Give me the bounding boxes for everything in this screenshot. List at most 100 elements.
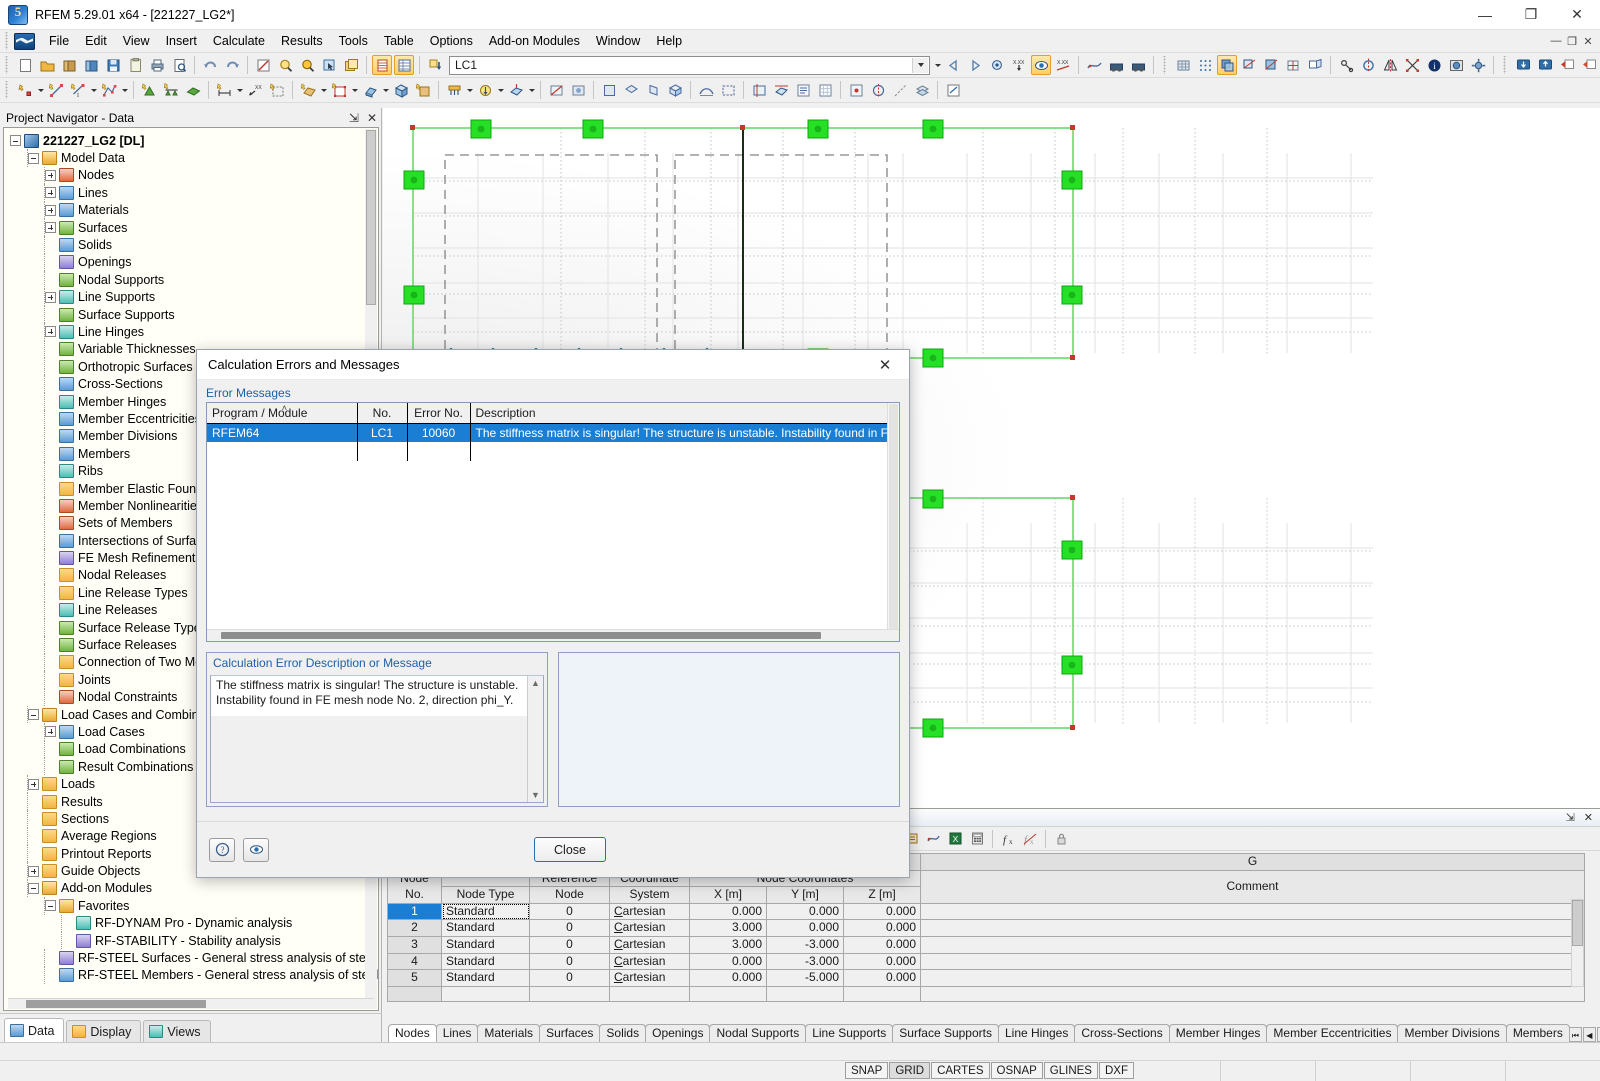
solid-dropdown-caret[interactable] (381, 80, 390, 100)
new-polyline-dropdown-caret[interactable] (120, 80, 129, 100)
error-col-no[interactable]: No. (357, 403, 408, 424)
tree-item-solids[interactable]: Solids (4, 236, 378, 254)
table-export-excel-icon[interactable]: X (945, 829, 965, 849)
expand-toggle-icon[interactable] (45, 187, 56, 199)
row-number[interactable]: 5 (387, 969, 442, 987)
show-table-icon[interactable] (372, 55, 392, 75)
cell-comment[interactable] (920, 919, 1585, 937)
table-tab-line-hinges[interactable]: Line Hinges (997, 1024, 1076, 1042)
tab-first-button[interactable]: ⏮ (1568, 1027, 1582, 1042)
cell-coordinate-system[interactable]: Cartesian (609, 902, 690, 921)
cell-y[interactable]: 0.000 (766, 902, 844, 921)
cell-node-type[interactable]: Standard (441, 969, 530, 987)
table-calculator-icon[interactable] (967, 829, 987, 849)
scroll-thumb[interactable] (366, 130, 376, 305)
zoom-all-icon[interactable] (297, 55, 317, 75)
cell-z[interactable]: 0.000 (843, 952, 921, 971)
new-member-icon[interactable] (413, 80, 433, 100)
open-example-icon[interactable] (59, 55, 79, 75)
help-button[interactable]: ? (209, 837, 235, 862)
table-row[interactable]: 2 Standard 0 Cartesian 3.000 0.000 0.000 (387, 919, 1585, 937)
expand-toggle-icon[interactable] (45, 326, 56, 338)
status-toggle-snap[interactable]: SNAP (845, 1062, 889, 1079)
cell-x[interactable]: 0.000 (689, 902, 767, 921)
cell-coordinate-system[interactable]: Cartesian (609, 952, 690, 971)
scroll-up-icon[interactable]: ▲ (531, 678, 540, 688)
mesh-refinement-icon[interactable] (1283, 55, 1303, 75)
tree-item-lines[interactable]: Lines (4, 184, 378, 202)
error-col-description[interactable]: Description (470, 403, 899, 424)
cell-node-type[interactable]: Standard (441, 952, 530, 971)
info-icon[interactable]: i (1424, 55, 1444, 75)
table-close-icon[interactable]: ✕ (1584, 811, 1593, 824)
close-icon[interactable]: ✕ (367, 111, 377, 125)
animation-icon[interactable] (1084, 55, 1104, 75)
new-surface-support-icon[interactable] (183, 80, 203, 100)
edit-graphic-icon[interactable] (253, 55, 273, 75)
scroll-thumb[interactable] (889, 404, 898, 634)
new-comment-icon[interactable]: XX (245, 80, 265, 100)
cell-y[interactable]: -5.000 (766, 969, 844, 987)
tree-item-materials[interactable]: Materials (4, 201, 378, 219)
close-button[interactable]: ✕ (1554, 0, 1600, 30)
cell-coordinate-system[interactable]: Cartesian (609, 969, 690, 987)
mirror-icon[interactable] (1380, 55, 1400, 75)
menu-item-tools[interactable]: Tools (331, 31, 376, 51)
tree-item-rf-steel-members-general-stress-analysis-of-steel-members[interactable]: RF-STEEL Members - General stress analys… (4, 966, 378, 985)
load-free-icon[interactable] (475, 80, 495, 100)
cell-reference-node[interactable]: 0 (529, 952, 610, 971)
render-model-icon[interactable] (1217, 55, 1237, 75)
save-all-icon[interactable] (125, 55, 145, 75)
table-tab-member-divisions[interactable]: Member Divisions (1397, 1024, 1507, 1042)
scroll-down-icon[interactable]: ▼ (531, 790, 540, 800)
next-case-icon[interactable] (965, 55, 985, 75)
column-letter-g[interactable]: G (920, 853, 1585, 871)
cell-z[interactable]: 0.000 (843, 919, 921, 937)
menu-item-window[interactable]: Window (588, 31, 648, 51)
error-table-vertical-scrollbar[interactable] (887, 403, 899, 641)
tree-item-surface-supports[interactable]: Surface Supports (4, 305, 378, 324)
surface-dropdown-caret[interactable] (319, 80, 328, 100)
view-perspective-icon[interactable] (1305, 55, 1325, 75)
result-values-icon[interactable]: X.XX (1009, 55, 1029, 75)
visibility-box-icon[interactable] (718, 80, 738, 100)
mdi-close-button[interactable]: ✕ (1580, 35, 1596, 48)
table-row[interactable]: 4 Standard 0 Cartesian 0.000 -3.000 0.000 (387, 952, 1585, 971)
tree-item-line-hinges[interactable]: Line Hinges (4, 323, 378, 341)
row-number[interactable]: 3 (387, 935, 442, 954)
undo-icon[interactable] (200, 55, 220, 75)
cell-reference-node[interactable]: 0 (529, 919, 610, 937)
result-diagram-icon[interactable] (1031, 55, 1051, 75)
expand-toggle-icon[interactable] (45, 222, 56, 234)
table-tab-member-eccentricities[interactable]: Member Eccentricities (1266, 1024, 1399, 1042)
scroll-thumb[interactable] (26, 1000, 206, 1008)
table-tab-cross-sections[interactable]: Cross-Sections (1074, 1024, 1170, 1042)
export-red-2-icon[interactable] (1579, 55, 1599, 75)
collapse-toggle-icon[interactable] (28, 882, 39, 894)
toolbar1c-drag-handle[interactable] (1501, 56, 1510, 74)
table-row[interactable]: 1 Standard 0 Cartesian 0.000 0.000 0.000 (387, 902, 1585, 921)
status-toggle-glines[interactable]: GLINES (1043, 1062, 1098, 1079)
cell-x[interactable]: 0.000 (689, 952, 767, 971)
row-number[interactable]: 4 (387, 952, 442, 971)
tree-item-nodes[interactable]: Nodes (4, 166, 378, 185)
tree-item-model-data[interactable]: Model Data (4, 149, 378, 167)
error-col-error-no[interactable]: Error No. (407, 403, 471, 424)
mirror-rotate-icon[interactable] (1358, 55, 1378, 75)
cell-z[interactable]: 0.000 (843, 935, 921, 954)
tree-item-rf-stability-stability-analysis[interactable]: RF-STABILITY - Stability analysis (4, 931, 378, 950)
table-tab-solids[interactable]: Solids (599, 1024, 647, 1042)
cell-node-type[interactable]: Standard (441, 919, 530, 937)
maximize-button[interactable]: ❐ (1508, 0, 1554, 30)
view-front-icon[interactable] (599, 80, 619, 100)
new-dimension-icon[interactable] (214, 80, 234, 100)
tree-item-add-on-modules[interactable]: Add-on Modules (4, 879, 378, 898)
toolbar-overflow-caret[interactable] (933, 55, 942, 75)
view-error-button[interactable] (243, 837, 269, 862)
menu-item-table[interactable]: Table (376, 31, 422, 51)
new-selection-box-icon[interactable] (267, 80, 287, 100)
menu-item-file[interactable]: File (41, 31, 77, 51)
opening-dropdown-caret[interactable] (350, 80, 359, 100)
cell-comment[interactable] (920, 902, 1585, 921)
load-surface-icon[interactable] (506, 80, 526, 100)
